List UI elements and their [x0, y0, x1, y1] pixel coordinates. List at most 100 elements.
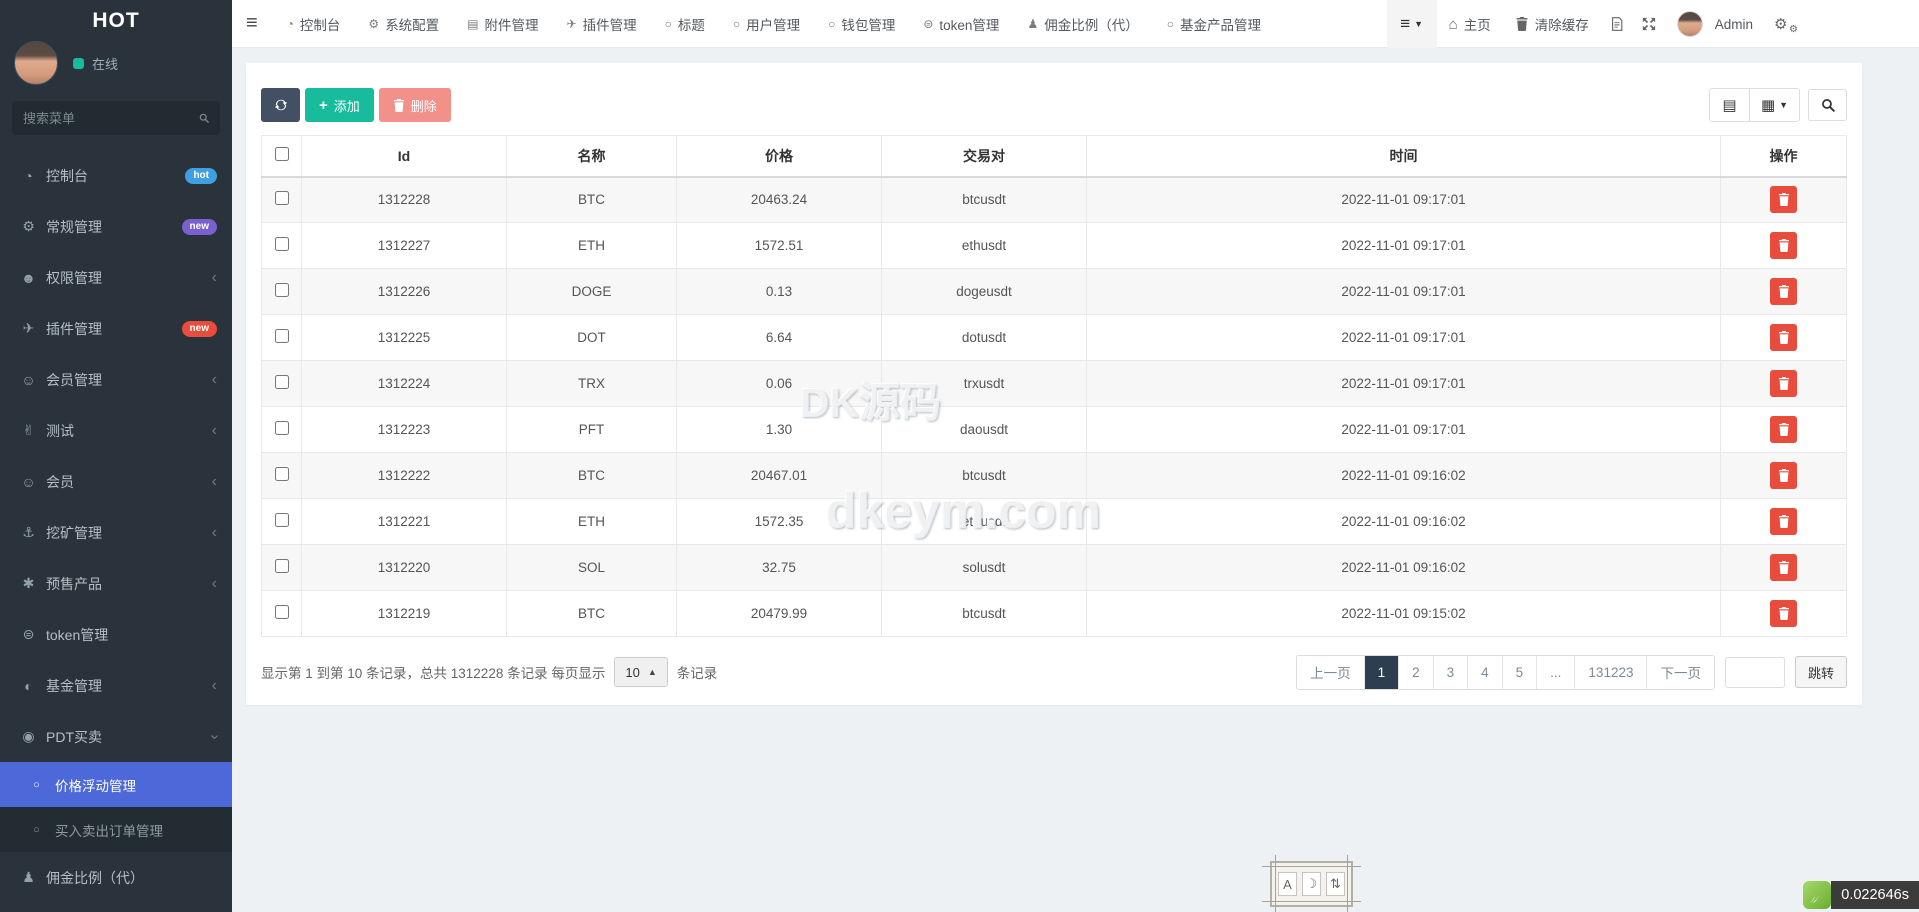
row-delete-button[interactable] — [1770, 278, 1797, 305]
user-avatar[interactable] — [14, 41, 58, 85]
page-button-1[interactable]: 1 — [1364, 656, 1399, 689]
next-page-button[interactable]: 下一页 — [1646, 656, 1714, 689]
cell-name: ETH — [507, 499, 677, 545]
sidebar-item-member[interactable]: ☺会员‹ — [0, 456, 232, 507]
sidebar-subitem-buy-sell-orders[interactable]: ○买入卖出订单管理 — [0, 807, 232, 852]
refresh-button[interactable] — [261, 88, 300, 122]
nav-item-commission[interactable]: ♟佣金比例（代） — [1013, 0, 1152, 48]
annotation-button-2[interactable]: ⇅ — [1326, 872, 1345, 896]
page-jump-button[interactable]: 跳转 — [1795, 656, 1847, 688]
page-size-dropdown[interactable]: 10 ▲ — [614, 657, 667, 687]
row-delete-button[interactable] — [1770, 508, 1797, 535]
document-button[interactable] — [1601, 0, 1633, 48]
row-checkbox[interactable] — [275, 421, 289, 435]
sidebar-item-console[interactable]: ◔控制台hot — [0, 150, 232, 201]
row-delete-button[interactable] — [1770, 370, 1797, 397]
row-checkbox[interactable] — [275, 513, 289, 527]
annotation-button-0[interactable]: A — [1278, 872, 1297, 896]
nav-list-dropdown[interactable]: ≡ ▼ — [1387, 0, 1437, 48]
nav-item-plugin[interactable]: ✈插件管理 — [553, 0, 651, 48]
nav-item-wallet[interactable]: ○钱包管理 — [814, 0, 909, 48]
page-jump-input[interactable] — [1725, 657, 1785, 688]
nav-item-token[interactable]: ⊜token管理 — [909, 0, 1013, 48]
page-button-4[interactable]: 4 — [1467, 656, 1502, 689]
row-checkbox[interactable] — [275, 375, 289, 389]
row-checkbox[interactable] — [275, 191, 289, 205]
hamburger-icon[interactable]: ≡ — [232, 12, 273, 35]
settings-button[interactable]: ⚙⚙ — [1765, 0, 1807, 48]
menu-search-input[interactable] — [23, 111, 199, 126]
sidebar-item-label: 常规管理 — [46, 217, 182, 237]
row-checkbox[interactable] — [275, 559, 289, 573]
prev-page-button[interactable]: 上一页 — [1297, 656, 1364, 689]
annotation-button-1[interactable]: ☽ — [1302, 872, 1321, 896]
action-cell — [1721, 177, 1847, 223]
row-delete-button[interactable] — [1770, 462, 1797, 489]
nav-item-label: 基金产品管理 — [1180, 14, 1261, 34]
nav-item-fund-product[interactable]: ○基金产品管理 — [1153, 0, 1275, 48]
select-all-checkbox[interactable] — [275, 147, 289, 161]
circle-icon: ○ — [33, 779, 52, 791]
chevron-down-icon: ‹ — [206, 734, 222, 739]
row-delete-button[interactable] — [1770, 324, 1797, 351]
circle-icon: ○ — [33, 824, 52, 836]
home-button[interactable]: ⌂ 主页 — [1437, 0, 1503, 48]
sidebar-item-member-mgmt[interactable]: ☺会员管理‹ — [0, 354, 232, 405]
user-menu[interactable]: Admin — [1665, 0, 1765, 48]
sidebar-item-pdt-trade[interactable]: ◉PDT买卖‹ — [0, 711, 232, 762]
row-delete-button[interactable] — [1770, 232, 1797, 259]
cell-price: 1.30 — [677, 407, 882, 453]
page-button-5[interactable]: 5 — [1502, 656, 1537, 689]
sidebar-item-presale[interactable]: ✱预售产品‹ — [0, 558, 232, 609]
nav-item-attachment[interactable]: ▤附件管理 — [453, 0, 552, 48]
row-delete-button[interactable] — [1770, 186, 1797, 213]
sidebar-item-commission[interactable]: ♟佣金比例（代） — [0, 852, 232, 903]
cell-pair: btcusdt — [882, 453, 1087, 499]
row-checkbox[interactable] — [275, 329, 289, 343]
page-button-2[interactable]: 2 — [1398, 656, 1433, 689]
sidebar-item-general[interactable]: ⚙常规管理new — [0, 201, 232, 252]
nav-item-label: 用户管理 — [746, 14, 800, 34]
page-button-131223[interactable]: 131223 — [1574, 656, 1646, 689]
row-checkbox[interactable] — [275, 237, 289, 251]
row-checkbox[interactable] — [275, 467, 289, 481]
search-toggle-button[interactable] — [1808, 89, 1847, 121]
nav-item-user-mgmt[interactable]: ○用户管理 — [719, 0, 814, 48]
column-header: 操作 — [1721, 136, 1847, 177]
add-button[interactable]: + 添加 — [305, 88, 374, 122]
clear-cache-button[interactable]: 清除缓存 — [1503, 0, 1601, 48]
page-button-...[interactable]: ... — [1536, 656, 1574, 689]
row-checkbox[interactable] — [275, 605, 289, 619]
sidebar-item-token[interactable]: ⊜token管理 — [0, 609, 232, 660]
row-delete-button[interactable] — [1770, 554, 1797, 581]
column-header: Id — [302, 136, 507, 177]
sidebar-item-mining[interactable]: ⚓挖矿管理‹ — [0, 507, 232, 558]
columns-dropdown-button[interactable]: ▦▼ — [1749, 89, 1799, 121]
cell-id: 1312220 — [302, 545, 507, 591]
page-size-value: 10 — [625, 665, 639, 680]
detail-view-button[interactable]: ▤ — [1710, 89, 1749, 121]
chevron-left-icon: ‹ — [212, 576, 217, 592]
nav-item-title[interactable]: ○标题 — [651, 0, 719, 48]
page-button-3[interactable]: 3 — [1433, 656, 1468, 689]
cell-name: TRX — [507, 361, 677, 407]
sidebar-item-plugin[interactable]: ✈插件管理new — [0, 303, 232, 354]
delete-button[interactable]: 删除 — [379, 88, 451, 122]
row-delete-button[interactable] — [1770, 416, 1797, 443]
nav-item-console[interactable]: ◔控制台 — [273, 0, 355, 48]
row-checkbox[interactable] — [275, 283, 289, 297]
sidebar-subitem-price-float[interactable]: ○价格浮动管理 — [0, 762, 232, 807]
cell-time: 2022-11-01 09:17:01 — [1087, 361, 1721, 407]
thinkphp-leaf-icon[interactable] — [1803, 881, 1831, 909]
table-row: 1312220SOL32.75solusdt2022-11-01 09:16:0… — [262, 545, 1847, 591]
sidebar-item-auth[interactable]: ☻权限管理‹ — [0, 252, 232, 303]
asterisk-icon: ✱ — [17, 575, 40, 592]
grid-icon: ▦ — [1761, 96, 1775, 114]
view-button-group: ▤ ▦▼ — [1709, 88, 1800, 122]
fullscreen-button[interactable] — [1633, 0, 1665, 48]
pagination-info-prefix: 显示第 1 到第 10 条记录，总共 1312228 条记录 每页显示 — [261, 662, 605, 682]
sidebar-item-test[interactable]: ✌测试‹ — [0, 405, 232, 456]
nav-item-system-config[interactable]: ⚙系统配置 — [354, 0, 453, 48]
sidebar-item-fund[interactable]: ◐基金管理‹ — [0, 660, 232, 711]
row-delete-button[interactable] — [1770, 600, 1797, 627]
